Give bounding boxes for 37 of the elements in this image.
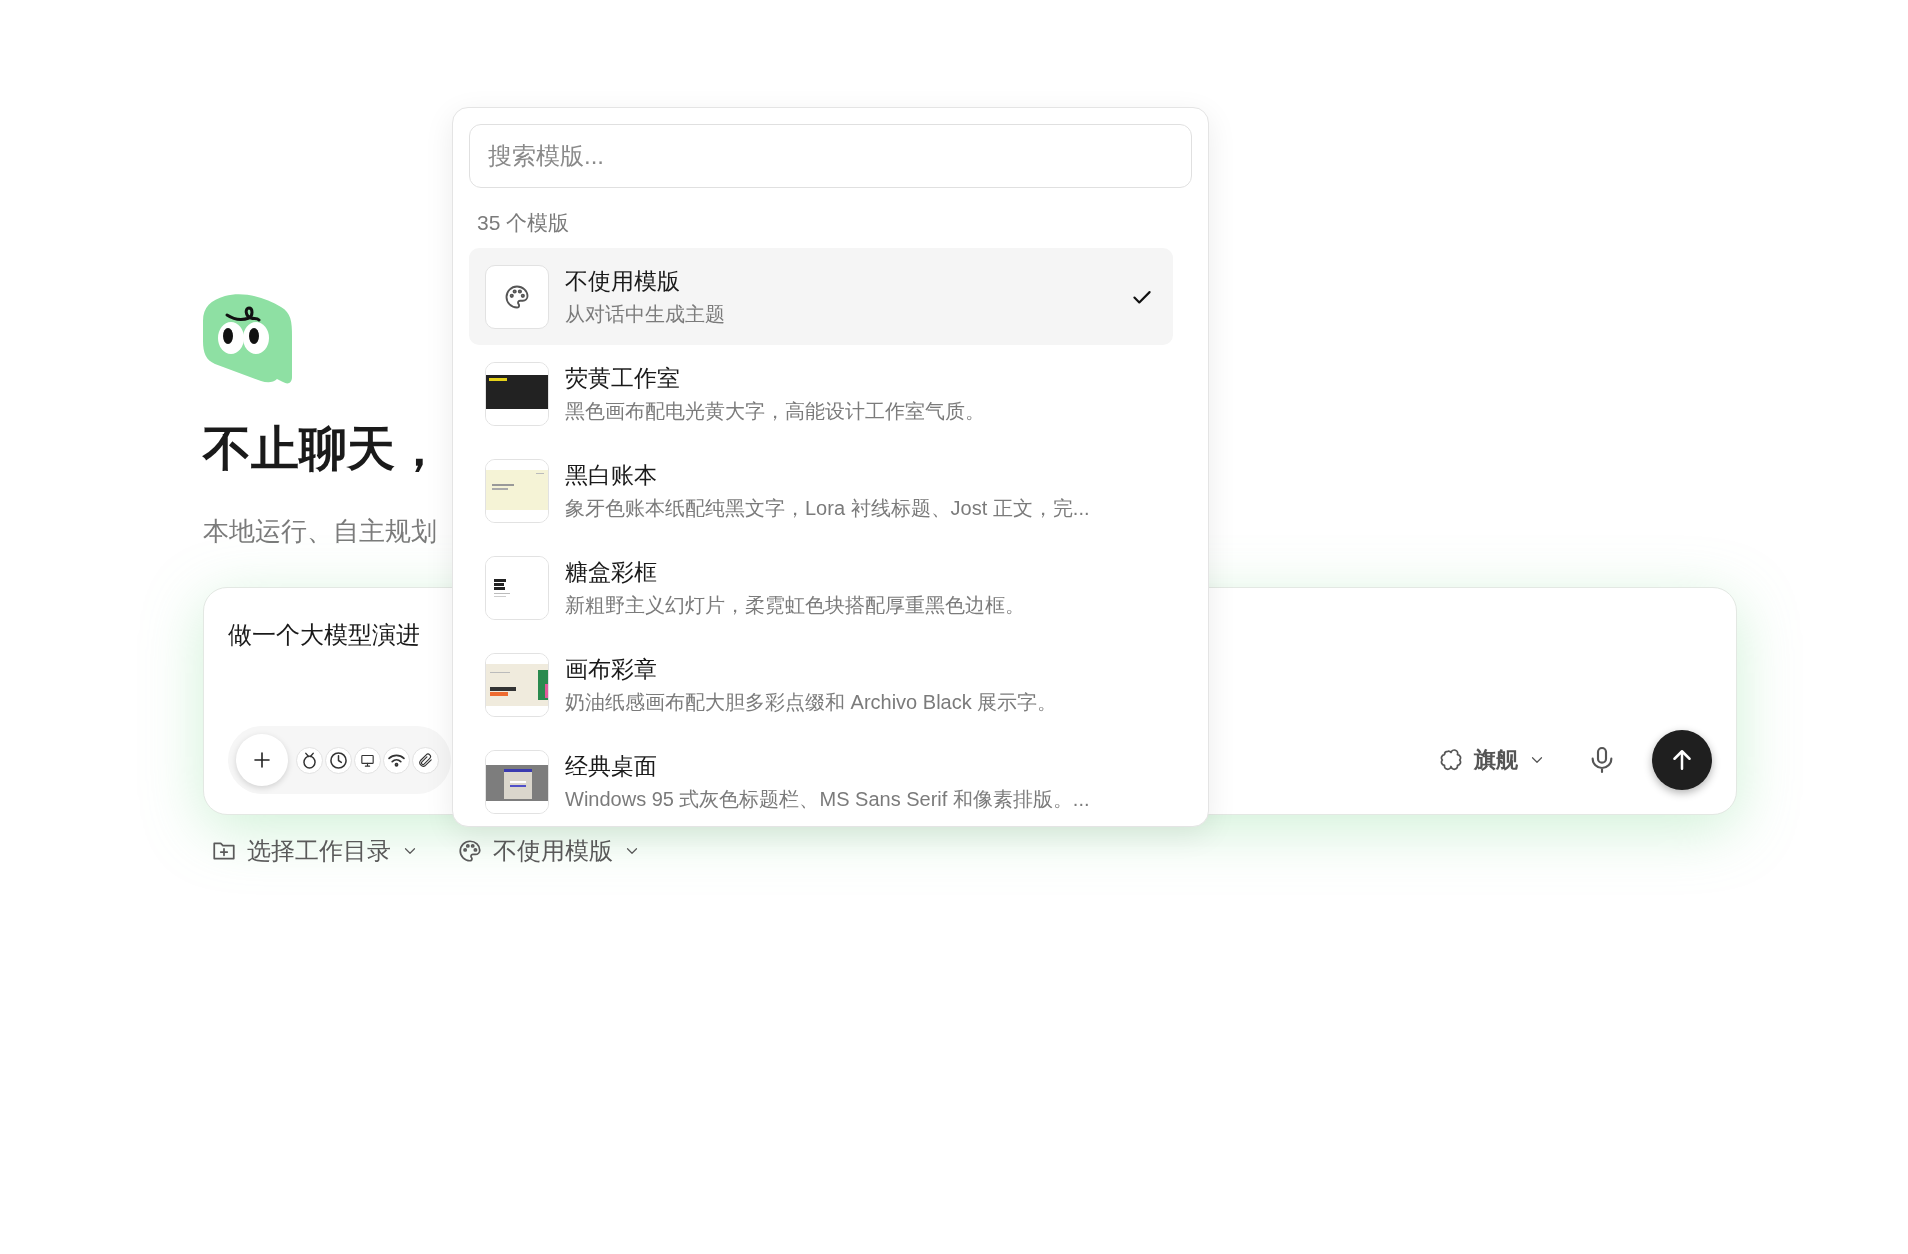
add-button[interactable] [236,734,288,786]
send-button[interactable] [1652,730,1712,790]
signal-icon [388,751,405,769]
template-name: 画布彩章 [565,654,658,684]
tool-button[interactable] [325,746,352,774]
template-description: Windows 95 式灰色标题栏、MS Sans Serif 和像素排版。... [565,786,1091,812]
template-description: 奶油纸感画布配大胆多彩点缀和 Archivo Black 展示字。 [565,689,1059,715]
workdir-selector[interactable]: 选择工作目录 [211,835,419,867]
tool-button[interactable] [354,746,381,774]
search-field[interactable]: 搜索模版... [469,124,1192,188]
template-count: 35 个模版 [477,210,571,236]
template-item[interactable]: 不使用模版 从对话中生成主题 [469,248,1173,345]
tool-button[interactable] [296,746,323,774]
template-description: 黑色画布配电光黄大字，高能设计工作室气质。 [565,398,986,424]
template-selector[interactable]: 不使用模版 [457,835,641,867]
template-name: 黑白账本 [565,460,658,490]
template-name: 糖盒彩框 [565,557,658,587]
subtitle: 本地运行、自主规划 [203,515,437,548]
template-item[interactable]: 黑白账本 象牙色账本纸配纯黑文字，Lora 衬线标题、Jost 正文，完... [469,442,1173,539]
tool-button[interactable] [383,746,410,774]
bug-icon [301,751,318,769]
template-name: 荧黄工作室 [565,363,681,393]
template-item[interactable]: 画布彩章 奶油纸感画布配大胆多彩点缀和 Archivo Black 展示字。 [469,636,1173,733]
palette-icon [457,838,483,864]
tool-button[interactable] [412,746,439,774]
template-item[interactable]: 糖盒彩框 新粗野主义幻灯片，柔霓虹色块搭配厚重黑色边框。 [469,539,1173,636]
template-name: 不使用模版 [565,266,681,296]
template-name: 经典桌面 [565,751,658,781]
template-description: 象牙色账本纸配纯黑文字，Lora 衬线标题、Jost 正文，完... [565,495,1091,521]
model-selector[interactable]: 旗舰 [1432,744,1552,776]
template-description: 从对话中生成主题 [565,301,726,327]
template-item[interactable]: 经典桌面 Windows 95 式灰色标题栏、MS Sans Serif 和像素排版。... [469,733,1173,826]
template-description: 新粗野主义幻灯片，柔霓虹色块搭配厚重黑色边框。 [565,592,1026,618]
clock-icon [330,751,347,769]
headline: 不止聊天， [203,421,443,477]
paperclip-icon [417,751,434,769]
template-item[interactable]: 荧黄工作室 黑色画布配电光黄大字，高能设计工作室气质。 [469,345,1173,442]
